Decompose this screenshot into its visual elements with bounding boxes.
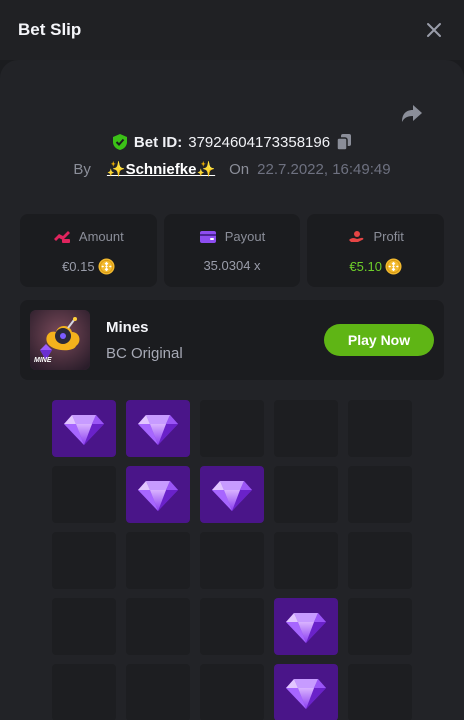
empty-tile[interactable]	[126, 664, 190, 720]
mines-grid	[52, 400, 412, 720]
gem-tile[interactable]	[274, 664, 338, 720]
amount-value: €0.15	[62, 259, 95, 274]
game-name: Mines	[106, 319, 149, 336]
username-link[interactable]: ✨Schniefke✨	[107, 160, 215, 178]
share-icon[interactable]	[400, 103, 424, 123]
bet-slip-header: Bet Slip	[0, 0, 464, 60]
empty-tile[interactable]	[348, 400, 412, 457]
diamond-icon	[284, 607, 328, 647]
payout-label: Payout	[224, 229, 266, 244]
gem-tile[interactable]	[52, 400, 116, 457]
bet-author-row: By ✨Schniefke✨ On 22.7.2022, 16:49:49	[0, 157, 464, 181]
diamond-icon	[136, 475, 180, 515]
diamond-icon	[210, 475, 254, 515]
bnb-coin-icon	[385, 258, 402, 275]
shield-check-icon	[112, 133, 128, 151]
empty-tile[interactable]	[200, 400, 264, 457]
game-card: MINE Mines BC Original Play Now	[20, 300, 444, 380]
diamond-icon	[284, 673, 328, 713]
empty-tile[interactable]	[52, 598, 116, 655]
diamond-icon	[62, 409, 106, 449]
empty-tile[interactable]	[200, 664, 264, 720]
gem-tile[interactable]	[126, 466, 190, 523]
amount-card: Amount €0.15	[20, 214, 157, 287]
empty-tile[interactable]	[348, 598, 412, 655]
empty-tile[interactable]	[200, 598, 264, 655]
diamond-icon	[136, 409, 180, 449]
empty-tile[interactable]	[52, 664, 116, 720]
empty-tile[interactable]	[52, 532, 116, 589]
empty-tile[interactable]	[52, 466, 116, 523]
empty-tile[interactable]	[348, 466, 412, 523]
bet-date: 22.7.2022, 16:49:49	[257, 160, 391, 178]
payout-card: Payout 35.0304 x	[163, 214, 301, 287]
wallet-icon	[199, 230, 217, 244]
payout-value: 35.0304 x	[203, 258, 261, 273]
bet-id-row: Bet ID: 37924604173358196	[0, 130, 464, 154]
close-icon[interactable]	[424, 20, 444, 40]
by-label: By	[73, 160, 91, 178]
gem-tile[interactable]	[274, 598, 338, 655]
profit-icon	[348, 230, 366, 244]
bet-stats: Amount €0.15 Payout 35.0304 x Profit €5.…	[20, 214, 445, 287]
empty-tile[interactable]	[348, 664, 412, 720]
empty-tile[interactable]	[274, 532, 338, 589]
amount-icon	[53, 230, 71, 244]
page-title: Bet Slip	[18, 20, 82, 39]
empty-tile[interactable]	[126, 532, 190, 589]
play-now-button[interactable]: Play Now	[324, 324, 434, 356]
gem-tile[interactable]	[126, 400, 190, 457]
amount-label: Amount	[78, 229, 124, 244]
bet-id-value: 37924604173358196	[188, 133, 331, 151]
empty-tile[interactable]	[348, 532, 412, 589]
mines-game-thumbnail[interactable]: MINE	[30, 310, 90, 370]
on-label: On	[229, 160, 250, 178]
thumbnail-label: MINE	[34, 357, 52, 364]
copy-icon[interactable]	[336, 133, 352, 151]
empty-tile[interactable]	[126, 598, 190, 655]
profit-card: Profit €5.10	[307, 214, 445, 287]
empty-tile[interactable]	[274, 466, 338, 523]
empty-tile[interactable]	[274, 400, 338, 457]
game-subtitle: BC Original	[106, 345, 183, 362]
empty-tile[interactable]	[200, 532, 264, 589]
gem-tile[interactable]	[200, 466, 264, 523]
profit-label: Profit	[373, 229, 404, 244]
profit-value: €5.10	[349, 259, 382, 274]
bet-id-label: Bet ID:	[133, 133, 183, 151]
bnb-coin-icon	[98, 258, 115, 275]
